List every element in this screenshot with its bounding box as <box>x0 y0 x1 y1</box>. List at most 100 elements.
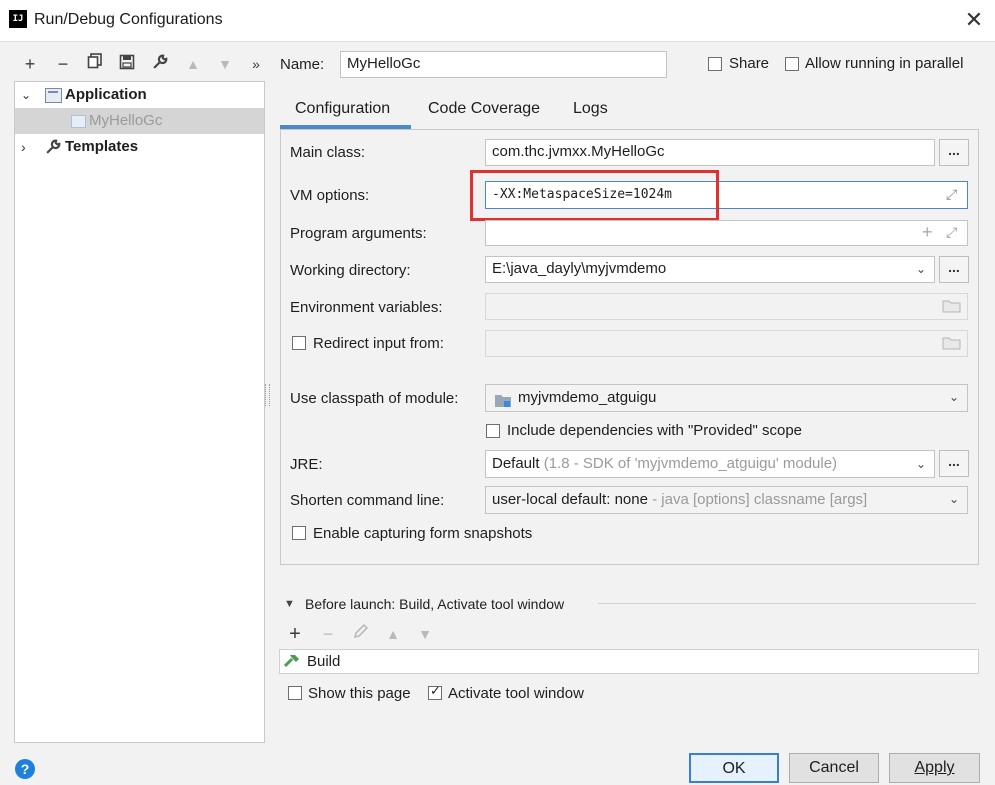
apply-button-label: Apply <box>914 759 955 776</box>
include-dependencies-label: Include dependencies with "Provided" sco… <box>507 422 803 439</box>
configuration-icon <box>71 115 86 128</box>
tab-logs[interactable]: Logs <box>573 100 608 118</box>
shorten-command-line-label: Shorten command line: <box>290 492 445 509</box>
move-up-button[interactable]: ▲ <box>182 53 204 75</box>
activate-tool-window-checkbox[interactable] <box>428 683 442 700</box>
move-down-button[interactable]: ▼ <box>214 53 236 75</box>
jre-value: Default <box>492 455 540 472</box>
tree-node-myhellogc[interactable]: MyHelloGc <box>15 108 264 134</box>
tree-node-application[interactable]: ⌄ Application <box>15 82 264 108</box>
redirect-input-checkbox[interactable] <box>292 336 306 350</box>
chevron-down-icon[interactable]: ⌄ <box>949 487 959 512</box>
chevron-down-icon[interactable]: ⌄ <box>916 257 926 281</box>
chevron-down-icon[interactable]: ⌄ <box>949 385 959 410</box>
main-class-browse-button[interactable]: ... <box>939 139 969 166</box>
build-hammer-icon <box>283 653 301 673</box>
expand-icon[interactable]: ⤢ <box>946 186 957 203</box>
allow-parallel-label: Allow running in parallel <box>805 55 964 72</box>
save-icon <box>119 54 135 70</box>
show-this-page-label: Show this page <box>308 685 411 702</box>
main-class-label: Main class: <box>290 144 366 161</box>
edit-templates-button[interactable] <box>149 53 171 75</box>
enable-snapshots-checkbox[interactable] <box>292 526 306 540</box>
section-divider <box>598 603 976 604</box>
allow-parallel-checkbox[interactable] <box>785 57 799 71</box>
tab-configuration[interactable]: Configuration <box>295 100 390 118</box>
application-icon <box>45 88 62 103</box>
chevron-down-icon[interactable]: ⌄ <box>916 451 926 477</box>
help-icon[interactable]: ? <box>15 759 35 779</box>
show-this-page-checkbox[interactable] <box>288 686 302 700</box>
before-launch-list[interactable]: Build <box>279 649 979 674</box>
folder-icon[interactable] <box>942 298 962 318</box>
remove-task-button[interactable]: − <box>317 623 339 645</box>
redirect-input-field[interactable] <box>485 330 968 357</box>
wrench-icon <box>45 138 62 164</box>
apply-button[interactable]: Apply <box>889 753 980 783</box>
copy-icon <box>87 53 102 69</box>
copy-configuration-button[interactable] <box>84 53 106 75</box>
working-directory-browse-button[interactable]: ... <box>939 256 969 283</box>
include-dependencies-checkbox[interactable] <box>486 424 500 438</box>
add-configuration-button[interactable]: + <box>19 53 41 75</box>
splitter-handle[interactable] <box>265 384 270 406</box>
vm-options-label: VM options: <box>290 187 370 204</box>
program-arguments-label: Program arguments: <box>290 225 427 242</box>
ok-button[interactable]: OK <box>689 753 779 783</box>
name-input[interactable]: MyHelloGc <box>340 51 667 78</box>
edit-task-button[interactable] <box>350 623 372 645</box>
environment-variables-input[interactable] <box>485 293 968 320</box>
classpath-module-label: Use classpath of module: <box>290 390 459 407</box>
classpath-module-select[interactable]: myjvmdemo_atguigu ⌄ <box>485 384 968 412</box>
move-task-up-button[interactable]: ▲ <box>382 623 404 645</box>
tree-node-application-label: Application <box>65 86 147 103</box>
window-title: Run/Debug Configurations <box>34 11 223 28</box>
shorten-command-line-value: user-local default: none <box>492 491 648 508</box>
tree-node-templates[interactable]: › Templates <box>15 134 264 160</box>
plus-icon[interactable]: + <box>922 222 933 243</box>
jre-browse-button[interactable]: ... <box>939 450 969 477</box>
working-directory-input[interactable]: E:\java_dayly\myjvmdemo ⌄ <box>485 256 935 283</box>
jre-detail: (1.8 - SDK of 'myjvmdemo_atguigu' module… <box>543 455 838 472</box>
main-class-input[interactable]: com.thc.jvmxx.MyHelloGc <box>485 139 935 166</box>
pencil-icon <box>353 623 369 639</box>
shorten-command-line-detail: - java [options] classname [args] <box>652 491 868 508</box>
jre-label: JRE: <box>290 456 323 473</box>
working-directory-value: E:\java_dayly\myjvmdemo <box>492 260 667 277</box>
classpath-module-value: myjvmdemo_atguigu <box>518 389 657 406</box>
build-task-label[interactable]: Build <box>307 653 340 670</box>
highlight-box <box>470 170 719 221</box>
wrench-icon <box>152 54 167 69</box>
more-actions-button[interactable]: » <box>245 53 267 75</box>
cancel-button[interactable]: Cancel <box>789 753 879 783</box>
collapse-triangle-icon[interactable]: ▼ <box>284 598 295 610</box>
working-directory-label: Working directory: <box>290 262 411 279</box>
title-bar: IJ Run/Debug Configurations ✕ <box>0 0 995 42</box>
activate-tool-window-label: Activate tool window <box>448 685 584 702</box>
chevron-down-icon[interactable]: ⌄ <box>21 82 31 108</box>
name-label: Name: <box>280 56 325 73</box>
configuration-tree[interactable]: ⌄ Application MyHelloGc › Templates <box>14 81 265 743</box>
add-task-button[interactable]: + <box>284 623 306 645</box>
module-icon <box>494 391 512 416</box>
jre-select[interactable]: Default (1.8 - SDK of 'myjvmdemo_atguigu… <box>485 450 935 478</box>
enable-snapshots-label: Enable capturing form snapshots <box>313 525 533 542</box>
shorten-command-line-select[interactable]: user-local default: none - java [options… <box>485 486 968 514</box>
close-icon[interactable]: ✕ <box>962 8 986 32</box>
redirect-input-label: Redirect input from: <box>313 335 444 352</box>
expand-icon[interactable]: ⤢ <box>946 224 957 241</box>
tree-node-myhellogc-label: MyHelloGc <box>89 112 163 129</box>
remove-configuration-button[interactable]: − <box>52 53 74 75</box>
chevron-right-icon[interactable]: › <box>21 134 26 160</box>
folder-icon[interactable] <box>942 335 962 355</box>
save-configuration-button[interactable] <box>116 53 138 75</box>
tab-code-coverage[interactable]: Code Coverage <box>428 100 540 118</box>
before-launch-title: Before launch: Build, Activate tool wind… <box>305 596 565 612</box>
move-task-down-button[interactable]: ▼ <box>414 623 436 645</box>
share-label: Share <box>729 55 770 72</box>
intellij-app-icon: IJ <box>9 10 27 28</box>
environment-variables-label: Environment variables: <box>290 299 443 316</box>
program-arguments-input[interactable] <box>485 220 968 246</box>
share-checkbox[interactable] <box>708 57 722 71</box>
tree-node-templates-label: Templates <box>65 138 139 155</box>
